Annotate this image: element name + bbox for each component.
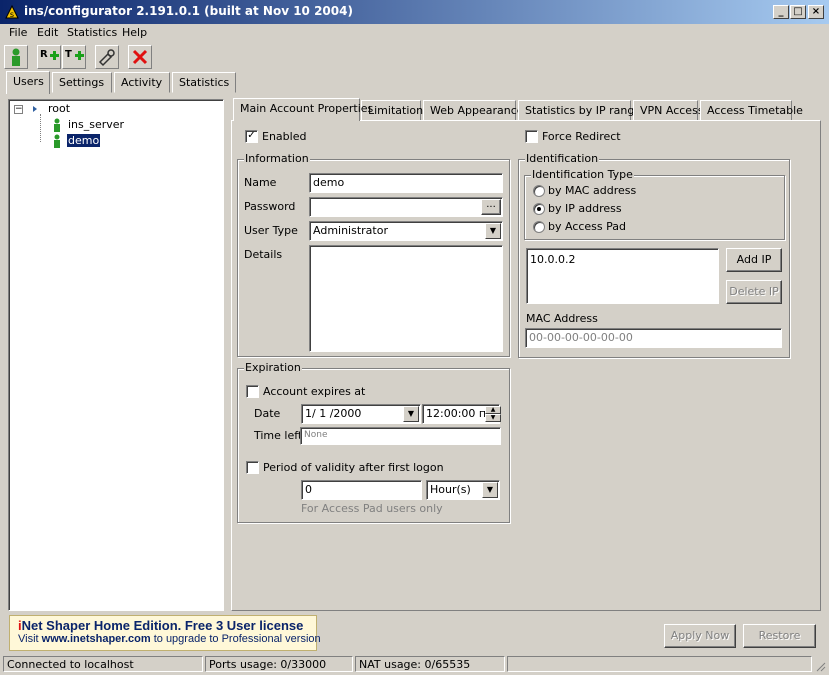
app-icon: s: [5, 5, 19, 19]
menu-help[interactable]: Help: [122, 26, 147, 39]
menu-bar: File Edit Statistics Help: [0, 24, 829, 42]
user-type-dropdown-icon[interactable]: ▼: [485, 223, 501, 239]
license-banner[interactable]: iNet Shaper Home Edition. Free 3 User li…: [9, 615, 321, 651]
close-button[interactable]: ×: [808, 5, 824, 19]
account-expires-checkbox[interactable]: [246, 385, 259, 398]
ip-list[interactable]: 10.0.0.2: [526, 248, 719, 304]
user-icon: [12, 48, 20, 66]
period-validity-checkbox[interactable]: [246, 461, 259, 474]
tree-line: [40, 114, 41, 142]
radio-ip-address-label: by IP address: [548, 202, 622, 215]
time-left-label: Time left: [254, 429, 303, 442]
tab-statistics[interactable]: Statistics: [172, 72, 236, 93]
period-unit-dropdown-icon[interactable]: ▼: [482, 482, 498, 498]
add-t-button[interactable]: T: [62, 45, 86, 69]
tab-access-timetable[interactable]: Access Timetable: [700, 100, 803, 121]
user-tree[interactable]: − root ins_server demo: [8, 99, 224, 611]
tab-activity[interactable]: Activity: [114, 72, 170, 93]
user-icon-button[interactable]: [4, 45, 28, 69]
tab-vpn-access[interactable]: VPN Access: [633, 100, 704, 121]
upgrade-suffix: to upgrade to Professional version: [150, 633, 321, 645]
menu-statistics[interactable]: Statistics: [67, 26, 117, 39]
svg-text:T: T: [65, 49, 72, 60]
period-value-input[interactable]: 0: [301, 480, 422, 500]
access-pad-note: For Access Pad users only: [301, 502, 443, 515]
expiration-group-label: Expiration: [244, 361, 302, 374]
name-label: Name: [244, 176, 277, 189]
user-icon: [54, 118, 60, 132]
user-type-label: User Type: [244, 224, 298, 237]
menu-edit[interactable]: Edit: [37, 26, 58, 39]
tab-main-account-properties[interactable]: Main Account Properties: [233, 98, 373, 121]
password-input[interactable]: [309, 197, 503, 217]
collapse-icon[interactable]: −: [14, 105, 23, 114]
title-bar[interactable]: s ins/configurator 2.191.0.1 (built at N…: [0, 0, 829, 24]
user-type-select[interactable]: Administrator: [309, 221, 503, 241]
tab-web-appearance[interactable]: Web Appearance: [423, 100, 524, 121]
upgrade-prefix: Visit: [18, 633, 42, 645]
tree-item-root[interactable]: root: [48, 102, 70, 115]
delete-button[interactable]: [128, 45, 152, 69]
add-t-icon: T: [65, 49, 84, 60]
time-left-value: None: [300, 427, 501, 445]
properties-button[interactable]: [95, 45, 119, 69]
radio-access-pad-label: by Access Pad: [548, 220, 627, 233]
details-label: Details: [244, 248, 283, 261]
license-edition: Net Shaper Home Edition. Free 3 User lic…: [21, 618, 304, 633]
mac-address-input[interactable]: 00-00-00-00-00-00: [525, 328, 782, 348]
user-icon: [54, 134, 60, 148]
menu-file[interactable]: File: [9, 26, 27, 39]
radio-access-pad[interactable]: [533, 221, 545, 233]
date-dropdown-icon[interactable]: ▼: [403, 406, 419, 422]
force-redirect-checkbox[interactable]: [525, 130, 538, 143]
add-ip-button[interactable]: Add IP: [726, 248, 782, 272]
status-ports-usage: Ports usage: 0/33000: [205, 656, 353, 672]
identification-group-label: Identification: [525, 152, 600, 165]
delete-ip-button[interactable]: Delete IP: [726, 280, 782, 304]
details-textarea[interactable]: [309, 245, 503, 352]
restore-button[interactable]: Restore: [743, 624, 816, 648]
window-title: ins/configurator 2.191.0.1 (built at Nov…: [24, 4, 353, 18]
upgrade-text: Visit www.inetshaper.com to upgrade to P…: [18, 633, 321, 645]
status-connection: Connected to localhost: [3, 656, 203, 672]
tab-users[interactable]: Users: [6, 71, 50, 94]
tree-item-demo[interactable]: demo: [65, 133, 102, 148]
website-link[interactable]: www.inetshaper.com: [42, 633, 151, 645]
minimize-button[interactable]: _: [773, 5, 789, 19]
ip-list-item[interactable]: 10.0.0.2: [530, 253, 715, 266]
time-down-icon[interactable]: ▼: [485, 414, 501, 422]
account-expires-label: Account expires at: [263, 385, 366, 398]
mac-address-label: MAC Address: [526, 312, 598, 325]
resize-grip-icon[interactable]: [814, 660, 826, 672]
force-redirect-label: Force Redirect: [542, 130, 621, 143]
enabled-label: Enabled: [262, 130, 307, 143]
root-icon: [33, 106, 37, 112]
enabled-checkbox[interactable]: ✓: [245, 130, 258, 143]
status-nat-usage: NAT usage: 0/65535: [355, 656, 505, 672]
radio-ip-address[interactable]: [533, 203, 545, 215]
name-input[interactable]: demo: [309, 173, 503, 193]
information-group-label: Information: [244, 152, 310, 165]
radio-mac-address-label: by MAC address: [548, 184, 637, 197]
license-text: iNet Shaper Home Edition. Free 3 User li…: [18, 618, 308, 633]
maximize-button[interactable]: □: [790, 5, 806, 19]
tab-settings[interactable]: Settings: [52, 72, 112, 93]
tab-statistics-by-ip-range[interactable]: Statistics by IP range: [518, 100, 641, 121]
date-label: Date: [254, 407, 281, 420]
add-r-button[interactable]: R: [37, 45, 61, 69]
svg-text:R: R: [40, 49, 48, 60]
radio-mac-address[interactable]: [533, 185, 545, 197]
password-label: Password: [244, 200, 296, 213]
delete-icon: [132, 49, 148, 65]
add-r-icon: R: [40, 49, 59, 60]
identification-type-label: Identification Type: [531, 168, 634, 181]
period-validity-label: Period of validity after first logon: [263, 461, 444, 474]
svg-text:s: s: [10, 10, 14, 19]
status-empty: [507, 656, 812, 672]
tree-item-ins-server[interactable]: ins_server: [68, 118, 124, 131]
password-browse-button[interactable]: ...: [481, 199, 501, 215]
tools-icon: [98, 49, 115, 67]
time-up-icon[interactable]: ▲: [485, 406, 501, 414]
apply-now-button[interactable]: Apply Now: [664, 624, 736, 648]
